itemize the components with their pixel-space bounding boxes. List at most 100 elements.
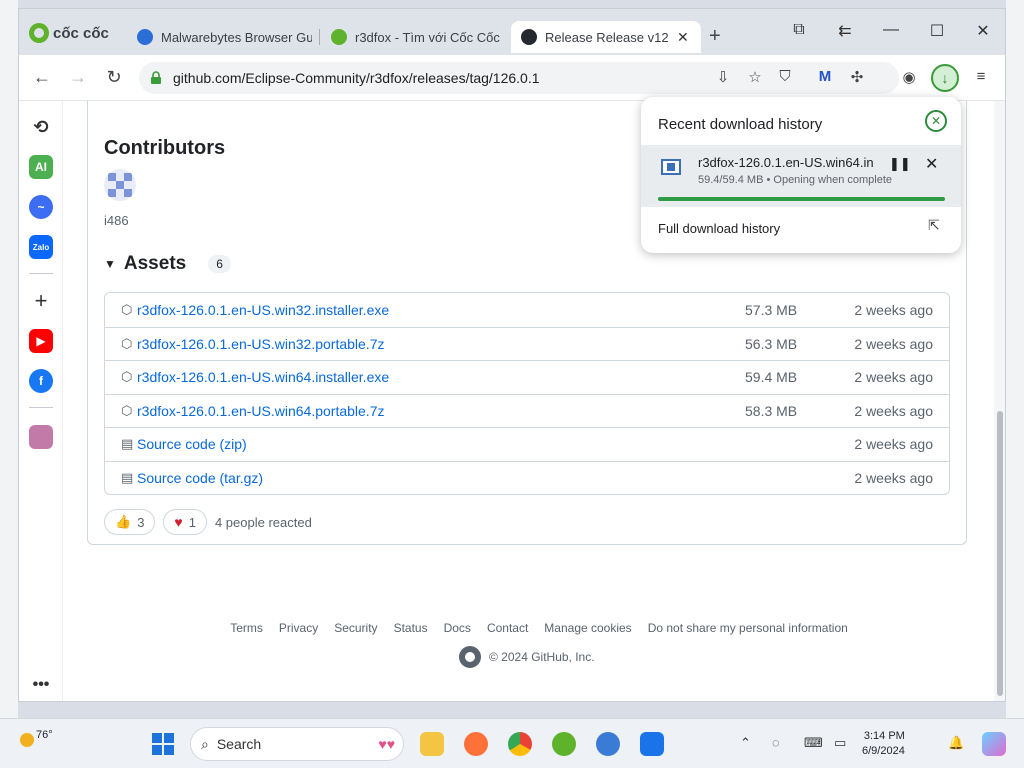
assets-heading: Assets [123,253,187,274]
source-code-targz-link[interactable]: Source code (tar.gz) [137,470,263,486]
profile-icon[interactable]: ◉ [899,68,919,88]
full-download-history-link[interactable]: Full download history [658,221,780,236]
assets-count-badge: 6 [208,255,231,273]
display-icon[interactable]: ▭ [834,735,846,751]
caret-down-icon: ▼ [104,257,116,271]
forward-button[interactable]: → [67,67,89,88]
heart-reaction[interactable]: ♥ 1 [163,509,207,535]
bookmark-star-icon[interactable]: ☆ [745,68,765,88]
tab-malwarebytes[interactable]: Malwarebytes Browser Gu [127,21,312,53]
clock-time: 3:14 PM [863,730,905,742]
history-icon[interactable]: ⟲ [29,115,53,139]
contributor-name[interactable]: i486 [104,213,129,228]
user-app-icon[interactable] [29,425,53,449]
footer-link-privacy[interactable]: Privacy [279,621,318,635]
footer-link-security[interactable]: Security [334,621,377,635]
downloads-button[interactable]: ↓ [931,64,959,92]
footer-link-status[interactable]: Status [394,621,428,635]
footer-link-contact[interactable]: Contact [487,621,528,635]
thumbs-up-reaction[interactable]: 👍 3 [104,509,156,535]
coccoc-logo-icon [29,23,49,43]
system-clock[interactable]: 3:14 PM 6/9/2024 [862,729,905,759]
file-zip-icon: ▤ [121,469,134,485]
globe-browser-icon[interactable] [596,732,620,756]
package-icon: ⬡ [121,335,133,351]
asset-link-name: Source code [137,436,216,453]
asset-link[interactable]: r3dfox-126.0.1.en-US.win32.portable.7z [137,336,384,352]
reload-button[interactable]: ↻ [103,67,125,88]
footer-link-cookies[interactable]: Manage cookies [544,621,631,635]
close-window-button[interactable]: ✕ [971,21,995,41]
heart-icon: ♥ [174,514,183,530]
coccoc-logo[interactable]: cốc cốc [29,23,109,43]
contributor-avatar[interactable] [104,169,136,201]
coccoc-taskbar-icon[interactable] [552,732,576,756]
firefox-icon[interactable] [464,732,488,756]
footer-link-docs[interactable]: Docs [444,621,471,635]
download-arrow-icon: ↓ [941,70,949,86]
footer-links: Terms Privacy Security Status Docs Conta… [64,621,994,635]
add-sidebar-app-icon[interactable]: + [29,288,53,313]
reactions-bar: 👍 3 ♥ 1 4 people reacted [104,509,312,535]
close-popup-icon[interactable]: ✕ [925,110,947,132]
taskbar-search[interactable]: ⌕ Search ♥♥ [190,727,404,761]
pause-icon[interactable]: ❚❚ [889,156,911,172]
asset-date: 2 weeks ago [854,436,933,453]
download-item[interactable]: r3dfox-126.0.1.en-US.win64.installer.exe… [641,145,961,207]
new-tab-button[interactable]: + [709,25,721,48]
browser-window: cốc cốc Malwarebytes Browser Gu r3dfox -… [18,8,1006,702]
coccoc-favicon-icon [331,29,347,45]
tab-r3dfox-search[interactable]: r3dfox - Tìm với Cốc Cốc [321,21,506,53]
network-icon[interactable]: ◌ [772,735,780,750]
menu-icon[interactable]: ≡ [971,68,991,88]
asset-row: ⬡ r3dfox-126.0.1.en-US.win64.portable.7z… [105,393,949,428]
minimize-button[interactable]: — [879,21,903,39]
footer-link-do-not-share[interactable]: Do not share my personal information [648,621,848,635]
sidebar-divider [29,273,53,274]
shield-icon[interactable]: ⛉ [775,68,795,88]
install-app-icon[interactable]: ⇩ [713,68,733,88]
footer-link-terms[interactable]: Terms [230,621,263,635]
scrollbar-thumb[interactable] [997,411,1003,696]
open-external-icon[interactable]: ⇱ [928,217,940,234]
cancel-download-icon[interactable]: ✕ [925,154,938,174]
tab-search-icon[interactable]: ⧉ [787,21,811,39]
sun-icon [20,733,34,747]
weather-widget[interactable]: 76° [20,729,53,747]
search-icon: ⌕ [201,735,209,752]
tab-release[interactable]: Release Release v126 ✕ [511,21,701,53]
youtube-icon[interactable]: ▶ [29,329,53,353]
zalo-icon[interactable]: Zalo [29,235,53,259]
messenger-icon[interactable]: ~ [29,195,53,219]
github-logo-icon[interactable] [459,646,481,668]
facebook-icon[interactable]: f [29,369,53,393]
asset-link[interactable]: r3dfox-126.0.1.en-US.win64.installer.exe [137,369,389,385]
source-code-zip-link[interactable]: Source code (zip) [137,436,247,452]
extensions-puzzle-icon[interactable]: ✣ [847,68,867,88]
asset-size: 57.3 MB [745,301,798,318]
chrome-icon[interactable] [508,732,532,756]
tab-close-icon[interactable]: ✕ [677,29,689,46]
maximize-button[interactable]: ☐ [925,21,949,41]
shield-app-icon[interactable] [640,732,664,756]
show-hidden-icons[interactable]: ⌃ [740,735,751,751]
tab-title: Release Release v126 [545,29,669,45]
asset-link[interactable]: r3dfox-126.0.1.en-US.win64.portable.7z [137,403,384,419]
file-explorer-icon[interactable] [420,732,444,756]
asset-link-name: Source code [137,469,216,486]
keyboard-icon[interactable]: ⌨ [804,735,823,751]
back-button[interactable]: ← [31,67,53,88]
minimize-to-tray-icon[interactable]: ⇇ [833,21,857,41]
copilot-icon[interactable] [982,732,1006,756]
ai-assistant-icon[interactable]: AI [29,155,53,179]
more-options-icon[interactable]: ••• [29,673,53,697]
assets-toggle[interactable]: ▼ Assets 6 [104,253,231,275]
sidebar-divider [29,407,53,408]
notification-bell-icon[interactable]: 🔔 [948,735,964,751]
heart-count: 1 [188,514,196,530]
tab-separator [319,29,320,45]
malwarebytes-extension-icon[interactable]: M [815,68,835,88]
start-button[interactable] [152,733,174,755]
page-scrollbar[interactable] [994,101,1005,701]
asset-link[interactable]: r3dfox-126.0.1.en-US.win32.installer.exe [137,302,389,318]
